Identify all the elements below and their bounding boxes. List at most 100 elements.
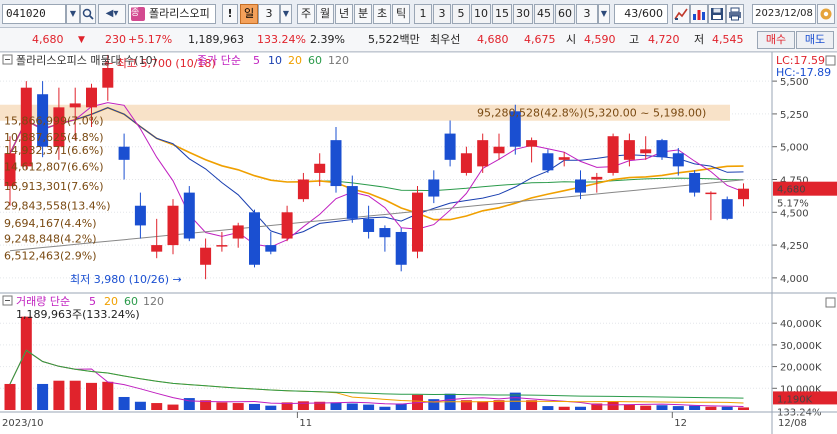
current-change-label: 5.17%	[777, 199, 809, 210]
period-week-tab[interactable]: 주	[297, 4, 315, 24]
chart-tool-icon[interactable]	[672, 4, 690, 24]
candle-body	[640, 149, 652, 154]
volume-bar	[265, 405, 277, 410]
candle-body	[379, 228, 391, 238]
bar-count-field[interactable]: 43/600	[614, 4, 668, 24]
interval-30-button[interactable]: 30	[513, 4, 533, 24]
period-month-tab[interactable]: 월	[316, 4, 334, 24]
stock-chart[interactable]: 4,0004,2504,5004,7505,0005,2505,50010,00…	[0, 52, 837, 434]
best-bid-price: 4,675	[524, 33, 556, 46]
volume-bar	[53, 380, 65, 410]
settings-icon[interactable]	[817, 4, 835, 24]
period-minute-tab[interactable]: 분	[354, 4, 372, 24]
candle-body	[428, 179, 440, 197]
price-tick-label: 4,250	[780, 241, 809, 252]
trade-volume: 1,189,963	[188, 33, 244, 46]
volume-bar	[167, 404, 179, 410]
candle-body	[591, 176, 603, 180]
print-icon[interactable]	[726, 4, 744, 24]
save-icon[interactable]	[708, 4, 726, 24]
volume-profile-label: 15,866,999(7.0%)	[4, 114, 104, 127]
volume-bar	[118, 396, 130, 410]
volume-profile-label: 6,512,463(2.9%)	[4, 250, 97, 263]
candle-body	[412, 192, 423, 252]
best-ask-price: 4,680	[477, 33, 509, 46]
date-label: 12	[674, 418, 687, 429]
volume-ratio: 133.24%	[257, 33, 306, 46]
candle-body	[346, 186, 358, 219]
candle-body	[395, 231, 407, 265]
stock-type-badge: 종	[131, 7, 145, 21]
interval-1-button[interactable]: 1	[414, 4, 432, 24]
period-count-dropdown-icon[interactable]: ▼	[280, 4, 292, 24]
period-tick-tab[interactable]: 틱	[392, 4, 410, 24]
candle-body	[493, 146, 505, 154]
stock-name-field[interactable]: 종 폴라리스오피	[128, 4, 216, 24]
chart-title: 폴라리스오피스 매물대 수(10)	[16, 54, 157, 67]
candle-body	[542, 153, 554, 171]
candle-body	[477, 140, 489, 167]
price-change-pct: +5.17%	[128, 33, 173, 46]
sell-button[interactable]: 매도	[796, 31, 834, 49]
hc-label: HC:-17.89	[776, 66, 831, 79]
interval-count-field[interactable]: 3	[576, 4, 598, 24]
volume-bar	[623, 404, 635, 410]
date-field[interactable]: 2023/12/08	[752, 4, 816, 24]
candle-body	[102, 68, 114, 88]
open-price: 4,590	[584, 33, 616, 46]
interval-45-button[interactable]: 45	[534, 4, 554, 24]
interval-15-button[interactable]: 15	[492, 4, 512, 24]
volume-bar	[86, 382, 97, 410]
interval-10-button[interactable]: 10	[471, 4, 491, 24]
volume-profile-label: 9,248,848(4.2%)	[4, 233, 97, 246]
code-dropdown-icon[interactable]: ▼	[66, 4, 80, 24]
price-change: 230	[105, 33, 126, 46]
volume-bar	[640, 405, 652, 410]
volume-bar	[232, 403, 244, 410]
alert-button[interactable]: !	[222, 4, 238, 24]
candle-body	[297, 179, 309, 200]
current-price-marker-label: 4,680	[777, 185, 806, 196]
volume-bar	[542, 406, 554, 410]
interval-5-button[interactable]: 5	[452, 4, 470, 24]
volume-bar	[477, 401, 489, 410]
period-count-field[interactable]: 3	[258, 4, 280, 24]
volume-bar	[558, 406, 570, 410]
candle-body	[672, 153, 684, 167]
interval-dropdown-icon[interactable]: ▼	[598, 4, 610, 24]
price-panel-close-icon[interactable]	[825, 55, 836, 66]
volume-panel-close-icon[interactable]	[825, 297, 836, 308]
interval-60-button[interactable]: 60	[555, 4, 575, 24]
low-price: 4,545	[712, 33, 744, 46]
interval-3-button[interactable]: 3	[433, 4, 451, 24]
volume-legend-label: 거래량 단순	[16, 295, 70, 308]
volume-profile-label: 14,612,807(6.6%)	[4, 160, 104, 173]
candle-body	[689, 172, 701, 193]
buy-button[interactable]: 매수	[757, 31, 795, 49]
candle-body	[200, 247, 212, 265]
period-year-tab[interactable]: 년	[335, 4, 353, 24]
ma-10-label: 10	[268, 54, 282, 67]
candle-body	[444, 133, 456, 160]
date-label: 11	[299, 418, 312, 429]
vol-ma-5-label: 5	[89, 295, 96, 308]
low-annotation: 최저 3,980 (10/26) →	[70, 273, 182, 286]
period-day-tab[interactable]: 일	[240, 4, 258, 24]
volume-bar	[689, 405, 701, 410]
candle-body	[705, 192, 717, 195]
candle-body	[69, 103, 81, 108]
ma-5-label: 5	[253, 54, 260, 67]
stock-code-input[interactable]: 041020	[2, 4, 66, 24]
volume-bar	[721, 406, 733, 410]
search-icon[interactable]	[80, 4, 96, 24]
candle-body	[330, 140, 342, 187]
speaker-icon[interactable]: ◀▾	[98, 4, 126, 24]
period-second-tab[interactable]: 초	[373, 4, 391, 24]
volume-bar	[151, 403, 163, 410]
max-volume-zone-label: 95,280,528(42.8%)(5,320.00 ~ 5,198.00)	[477, 107, 706, 120]
price-tick-label: 5,000	[780, 143, 809, 154]
indicator-icon[interactable]	[690, 4, 708, 24]
candle-body	[575, 179, 586, 193]
volume-profile-label: 14,932,371(6.6%)	[4, 144, 104, 157]
candle-body	[118, 146, 130, 160]
